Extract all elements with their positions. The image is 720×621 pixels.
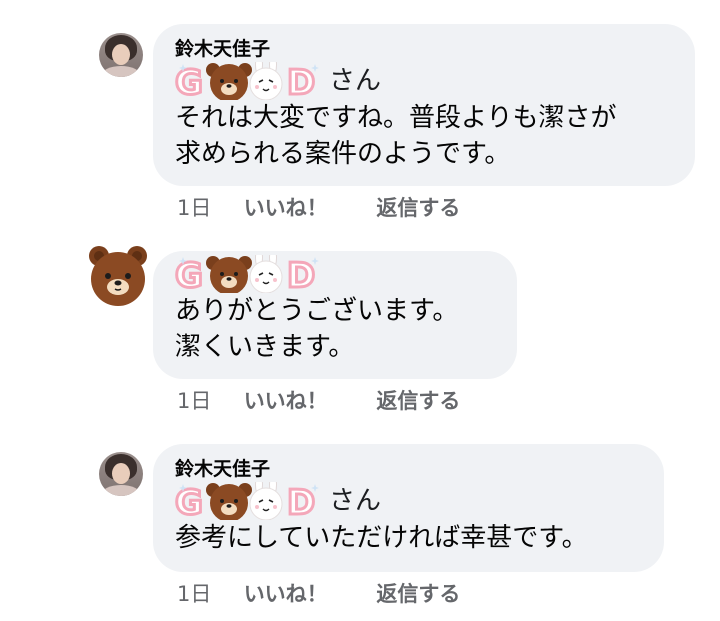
avatar[interactable]	[99, 452, 143, 496]
comment-bubble: 鈴木天佳子 さん それは大変ですね。普段よりも潔さが 求められる案件のようです。	[153, 24, 695, 186]
comment-text-line: それは大変ですね。普段よりも潔さが	[175, 103, 617, 133]
comment-bubble: 鈴木天佳子 さん 参考にしていただければ幸甚です。	[153, 444, 664, 572]
good-sticker-icon[interactable]	[175, 62, 325, 100]
comment-actions: 1日 いいね！ 返信する	[177, 387, 460, 415]
mention-suffix: さん	[329, 486, 382, 516]
comment-actions: 1日 いいね！ 返信する	[177, 194, 460, 222]
mention-suffix: さん	[329, 66, 382, 96]
mention-row: さん	[175, 62, 673, 100]
mention-row	[175, 255, 495, 293]
comment-text-line: 参考にしていただければ幸甚です。	[175, 523, 588, 553]
author-name[interactable]: 鈴木天佳子	[175, 458, 642, 480]
author-name[interactable]: 鈴木天佳子	[175, 38, 673, 60]
timestamp[interactable]: 1日	[177, 580, 237, 608]
comment-bubble: ありがとうございます。 潔くいきます。	[153, 251, 517, 379]
good-sticker-icon[interactable]	[175, 482, 325, 520]
timestamp[interactable]: 1日	[177, 194, 237, 222]
reply-button[interactable]: 返信する	[376, 387, 460, 415]
comment-text-line: ありがとうございます。	[175, 296, 459, 326]
like-button[interactable]: いいね！	[244, 580, 370, 608]
avatar[interactable]	[99, 33, 143, 77]
bear-avatar-icon[interactable]	[86, 244, 150, 308]
mention-row: さん	[175, 482, 642, 520]
reply-button[interactable]: 返信する	[376, 194, 460, 222]
like-button[interactable]: いいね！	[244, 194, 370, 222]
timestamp[interactable]: 1日	[177, 387, 237, 415]
comment-actions: 1日 いいね！ 返信する	[177, 580, 460, 608]
comment-text-line: 潔くいきます。	[175, 332, 355, 362]
like-button[interactable]: いいね！	[244, 387, 370, 415]
comment-text-line: 求められる案件のようです。	[175, 139, 511, 169]
good-sticker-icon[interactable]	[175, 255, 325, 293]
reply-button[interactable]: 返信する	[376, 580, 460, 608]
